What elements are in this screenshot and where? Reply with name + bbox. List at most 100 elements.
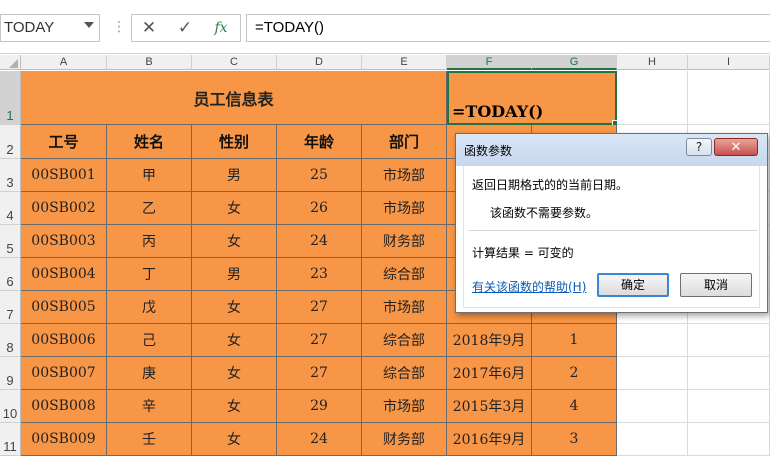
- cell-age[interactable]: 24: [277, 423, 362, 456]
- header-cell-gender[interactable]: 性别: [192, 125, 277, 159]
- row-header-2[interactable]: 2: [0, 125, 21, 159]
- cancel-icon[interactable]: ✕: [134, 14, 164, 42]
- cell-department[interactable]: 综合部: [362, 357, 447, 390]
- cell-id[interactable]: 00SB008: [21, 390, 107, 423]
- cell-gender[interactable]: 女: [192, 225, 277, 258]
- cell-id[interactable]: 00SB005: [21, 291, 107, 324]
- cell-name[interactable]: 壬: [107, 423, 192, 456]
- cell-age[interactable]: 29: [277, 390, 362, 423]
- cell-h1[interactable]: [617, 71, 688, 125]
- cell-age[interactable]: 27: [277, 291, 362, 324]
- cell-department[interactable]: 综合部: [362, 258, 447, 291]
- cell-empty[interactable]: [688, 390, 770, 423]
- row-header-3[interactable]: 3: [0, 159, 21, 192]
- row-header-9[interactable]: 9: [0, 357, 21, 390]
- header-cell-department[interactable]: 部门: [362, 125, 447, 159]
- cell-name[interactable]: 丙: [107, 225, 192, 258]
- enter-icon[interactable]: ✓: [170, 14, 200, 42]
- cell-empty[interactable]: [617, 324, 688, 357]
- cell-department[interactable]: 财务部: [362, 225, 447, 258]
- cell-id[interactable]: 00SB003: [21, 225, 107, 258]
- row-header-6[interactable]: 6: [0, 258, 21, 291]
- header-cell-id[interactable]: 工号: [21, 125, 107, 159]
- cell-date[interactable]: 2016年9月: [447, 423, 532, 456]
- cell-date[interactable]: 2015年3月: [447, 390, 532, 423]
- cell-age[interactable]: 24: [277, 225, 362, 258]
- cell-name[interactable]: 辛: [107, 390, 192, 423]
- cell-age[interactable]: 27: [277, 357, 362, 390]
- cell-age[interactable]: 27: [277, 324, 362, 357]
- cell-gender[interactable]: 男: [192, 159, 277, 192]
- cell-id[interactable]: 00SB009: [21, 423, 107, 456]
- cell-department[interactable]: 市场部: [362, 192, 447, 225]
- column-header-c[interactable]: C: [192, 55, 277, 70]
- cell-name[interactable]: 丁: [107, 258, 192, 291]
- cell-id[interactable]: 00SB001: [21, 159, 107, 192]
- row-header-7[interactable]: 7: [0, 291, 21, 324]
- chevron-down-icon[interactable]: [84, 22, 94, 28]
- cell-years[interactable]: 3: [532, 423, 617, 456]
- cell-age[interactable]: 25: [277, 159, 362, 192]
- more-vertical-icon[interactable]: ⋮: [112, 14, 126, 42]
- sheet-title-cell[interactable]: 员工信息表: [21, 71, 447, 125]
- cell-empty[interactable]: [617, 390, 688, 423]
- cell-gender[interactable]: 女: [192, 423, 277, 456]
- cell-years[interactable]: 2: [532, 357, 617, 390]
- cell-empty[interactable]: [617, 357, 688, 390]
- cell-department[interactable]: 市场部: [362, 159, 447, 192]
- ok-button[interactable]: 确定: [597, 273, 669, 297]
- cell-department[interactable]: 市场部: [362, 291, 447, 324]
- cell-gender[interactable]: 女: [192, 192, 277, 225]
- active-cell-f1[interactable]: =TODAY(): [447, 71, 617, 125]
- cell-empty[interactable]: [688, 357, 770, 390]
- cell-name[interactable]: 乙: [107, 192, 192, 225]
- function-help-link[interactable]: 有关该函数的帮助(H): [472, 278, 586, 295]
- cell-gender[interactable]: 男: [192, 258, 277, 291]
- column-header-b[interactable]: B: [107, 55, 192, 70]
- cell-years[interactable]: 4: [532, 390, 617, 423]
- row-header-5[interactable]: 5: [0, 225, 21, 258]
- cell-gender[interactable]: 女: [192, 324, 277, 357]
- cell-gender[interactable]: 女: [192, 357, 277, 390]
- cell-age[interactable]: 23: [277, 258, 362, 291]
- column-header-a[interactable]: A: [21, 55, 107, 70]
- column-header-g[interactable]: G: [532, 55, 617, 70]
- row-header-8[interactable]: 8: [0, 324, 21, 357]
- cell-empty[interactable]: [688, 324, 770, 357]
- cell-name[interactable]: 己: [107, 324, 192, 357]
- cell-age[interactable]: 26: [277, 192, 362, 225]
- column-header-d[interactable]: D: [277, 55, 362, 70]
- cell-gender[interactable]: 女: [192, 390, 277, 423]
- formula-input[interactable]: =TODAY(): [246, 14, 770, 42]
- row-header-11[interactable]: 11: [0, 423, 21, 456]
- cell-department[interactable]: 财务部: [362, 423, 447, 456]
- cell-empty[interactable]: [617, 423, 688, 456]
- row-header-1[interactable]: 1: [0, 71, 21, 125]
- cell-id[interactable]: 00SB004: [21, 258, 107, 291]
- close-icon[interactable]: ✕: [714, 138, 758, 156]
- header-cell-age[interactable]: 年龄: [277, 125, 362, 159]
- cell-id[interactable]: 00SB006: [21, 324, 107, 357]
- help-icon[interactable]: ?: [686, 138, 712, 156]
- insert-function-icon[interactable]: fx: [206, 14, 236, 42]
- cell-empty[interactable]: [688, 423, 770, 456]
- cell-gender[interactable]: 女: [192, 291, 277, 324]
- column-header-h[interactable]: H: [617, 55, 688, 70]
- cell-years[interactable]: 1: [532, 324, 617, 357]
- column-header-f[interactable]: F: [447, 55, 532, 70]
- cell-department[interactable]: 综合部: [362, 324, 447, 357]
- cell-i1[interactable]: [688, 71, 770, 125]
- cell-date[interactable]: 2018年9月: [447, 324, 532, 357]
- cell-name[interactable]: 甲: [107, 159, 192, 192]
- cancel-button[interactable]: 取消: [680, 273, 752, 297]
- name-box[interactable]: TODAY: [0, 14, 100, 42]
- row-header-10[interactable]: 10: [0, 390, 21, 423]
- cell-id[interactable]: 00SB007: [21, 357, 107, 390]
- row-header-4[interactable]: 4: [0, 192, 21, 225]
- column-header-i[interactable]: I: [688, 55, 770, 70]
- cell-name[interactable]: 庚: [107, 357, 192, 390]
- cell-date[interactable]: 2017年6月: [447, 357, 532, 390]
- cell-name[interactable]: 戊: [107, 291, 192, 324]
- column-header-e[interactable]: E: [362, 55, 447, 70]
- cell-id[interactable]: 00SB002: [21, 192, 107, 225]
